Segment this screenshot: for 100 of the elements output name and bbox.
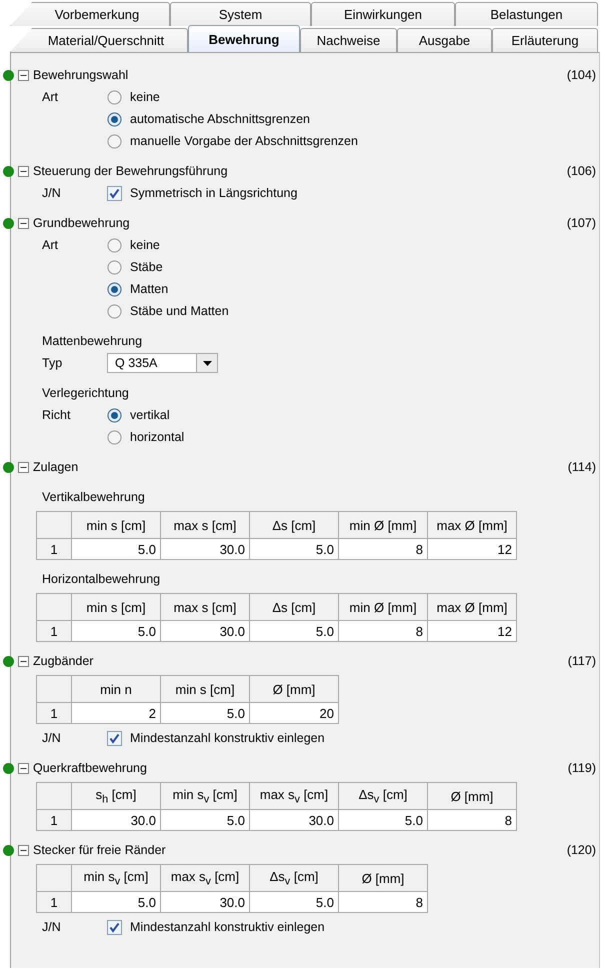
option-label[interactable]: horizontal [130,426,184,448]
section-number: (107) [566,216,596,230]
table-cell[interactable]: 5.0 [72,620,160,642]
collapse-icon[interactable] [18,218,29,228]
table-cell[interactable]: 5.0 [72,892,160,912]
column-header: max s [cm] [160,512,250,538]
table-cell[interactable]: 8 [338,892,428,912]
table-cell[interactable]: 5.0 [338,810,428,830]
checkbox[interactable] [107,186,122,200]
table-cell[interactable]: 2 [72,702,160,724]
section-number: (119) [568,761,596,775]
tab[interactable]: Belastungen [455,2,598,26]
option-label[interactable]: manuelle Vorgabe der Abschnittsgrenzen [130,130,358,152]
status-dot-icon [3,70,14,80]
section-title: Steuerung der Bewehrungsführung [33,164,229,178]
tab[interactable]: System [170,2,311,26]
section-title: Grundbewehrung [33,216,131,230]
table-cell[interactable]: 5.0 [160,810,250,830]
tab[interactable]: Einwirkungen [311,2,455,26]
column-header: min s [cm] [72,512,160,538]
checkbox-label[interactable]: Symmetrisch in Längsrichtung [130,182,298,204]
table-cell[interactable]: 30.0 [160,538,250,560]
status-dot-icon [3,844,14,856]
section-title: Querkraftbewehrung [33,761,148,775]
column-header: min Ø [mm] [338,512,428,538]
option-label[interactable]: keine [130,86,160,108]
status-dot-icon [3,462,14,472]
checkbox-label[interactable]: Mindestanzahl konstruktiv einlegen [130,727,325,749]
table-cell[interactable]: 30.0 [160,620,250,642]
table-cell[interactable]: 30.0 [250,810,338,830]
table-cell[interactable]: 8 [428,810,516,830]
subsection-heading: Vertikalbewehrung [42,490,145,504]
table-cell[interactable]: 30.0 [160,892,250,912]
table-cell[interactable]: 8 [338,538,428,560]
section-number: (114) [568,460,596,474]
column-header: max s$_{v}$ [cm] [250,782,338,810]
status-dot-icon [3,656,14,666]
option-label[interactable]: Matten [130,278,168,300]
collapse-icon[interactable] [18,462,29,472]
column-header: Ø [mm] [428,782,516,810]
checkbox[interactable] [107,920,122,934]
radio-button[interactable] [107,408,122,422]
table-cell[interactable]: 12 [428,538,516,560]
option-label[interactable]: Stäbe und Matten [130,300,229,322]
tab[interactable]: Nachweise [300,28,397,52]
radio-button[interactable] [107,134,122,148]
status-dot-icon [3,166,14,176]
radio-button[interactable] [107,282,122,296]
row-number: 1 [36,892,72,912]
tab[interactable]: Vorbemerkung [10,2,170,26]
table-cell[interactable]: 20 [250,702,338,724]
option-label[interactable]: vertikal [130,404,170,426]
collapse-icon[interactable] [18,70,29,80]
section-title: Stecker für freie Ränder [33,843,167,857]
radio-button[interactable] [107,238,122,252]
column-header: min s$_{v}$ [cm] [72,864,160,892]
checkbox-label[interactable]: Mindestanzahl konstruktiv einlegen [130,916,325,938]
tab[interactable]: Erläuterung [492,28,598,52]
column-header: Δs$_{v}$ [cm] [338,782,428,810]
column-header: max s [cm] [160,594,250,620]
table-cell[interactable]: 5.0 [250,892,338,912]
collapse-icon[interactable] [18,656,29,666]
row-number: 1 [36,810,72,830]
subsection-heading: Horizontalbewehrung [42,572,160,586]
field-label: Richt [42,407,72,424]
radio-button[interactable] [107,304,122,318]
column-header: min s [cm] [72,594,160,620]
checkbox[interactable] [107,730,122,746]
option-label[interactable]: automatische Abschnittsgrenzen [130,108,310,130]
table-cell[interactable]: 30.0 [72,810,160,830]
option-label[interactable]: keine [130,234,160,256]
field-label: Art [42,237,59,254]
column-header: min Ø [mm] [338,594,428,620]
radio-button[interactable] [107,112,122,126]
caret-icon [202,360,212,366]
field-label: J/N [42,730,62,747]
table-cell[interactable]: 5.0 [250,538,338,560]
table-cell[interactable]: 5.0 [160,702,250,724]
table-cell[interactable]: 12 [428,620,516,642]
table-cell[interactable]: 5.0 [72,538,160,560]
table-cell[interactable]: 8 [338,620,428,642]
radio-button[interactable] [107,430,122,444]
subsection-heading: Mattenbewehrung [42,334,142,348]
tab[interactable]: Bewehrung [188,25,300,52]
status-dot-icon [3,762,14,774]
section-number: (117) [568,654,596,668]
column-header: Δs [cm] [250,512,338,538]
type-dropdown[interactable]: Q 335A [107,353,218,373]
column-header: s$_{h}$ [cm] [72,782,160,810]
radio-button[interactable] [107,90,122,104]
collapse-icon[interactable] [18,166,29,176]
tab[interactable]: Material/Querschnitt [10,28,188,52]
collapse-icon[interactable] [18,762,29,774]
tab[interactable]: Ausgabe [397,28,492,52]
radio-button[interactable] [107,260,122,274]
table-cell[interactable]: 5.0 [250,620,338,642]
option-label[interactable]: Stäbe [130,256,163,278]
row-number: 1 [36,702,72,724]
section-number: (104) [566,68,596,82]
collapse-icon[interactable] [18,844,29,856]
